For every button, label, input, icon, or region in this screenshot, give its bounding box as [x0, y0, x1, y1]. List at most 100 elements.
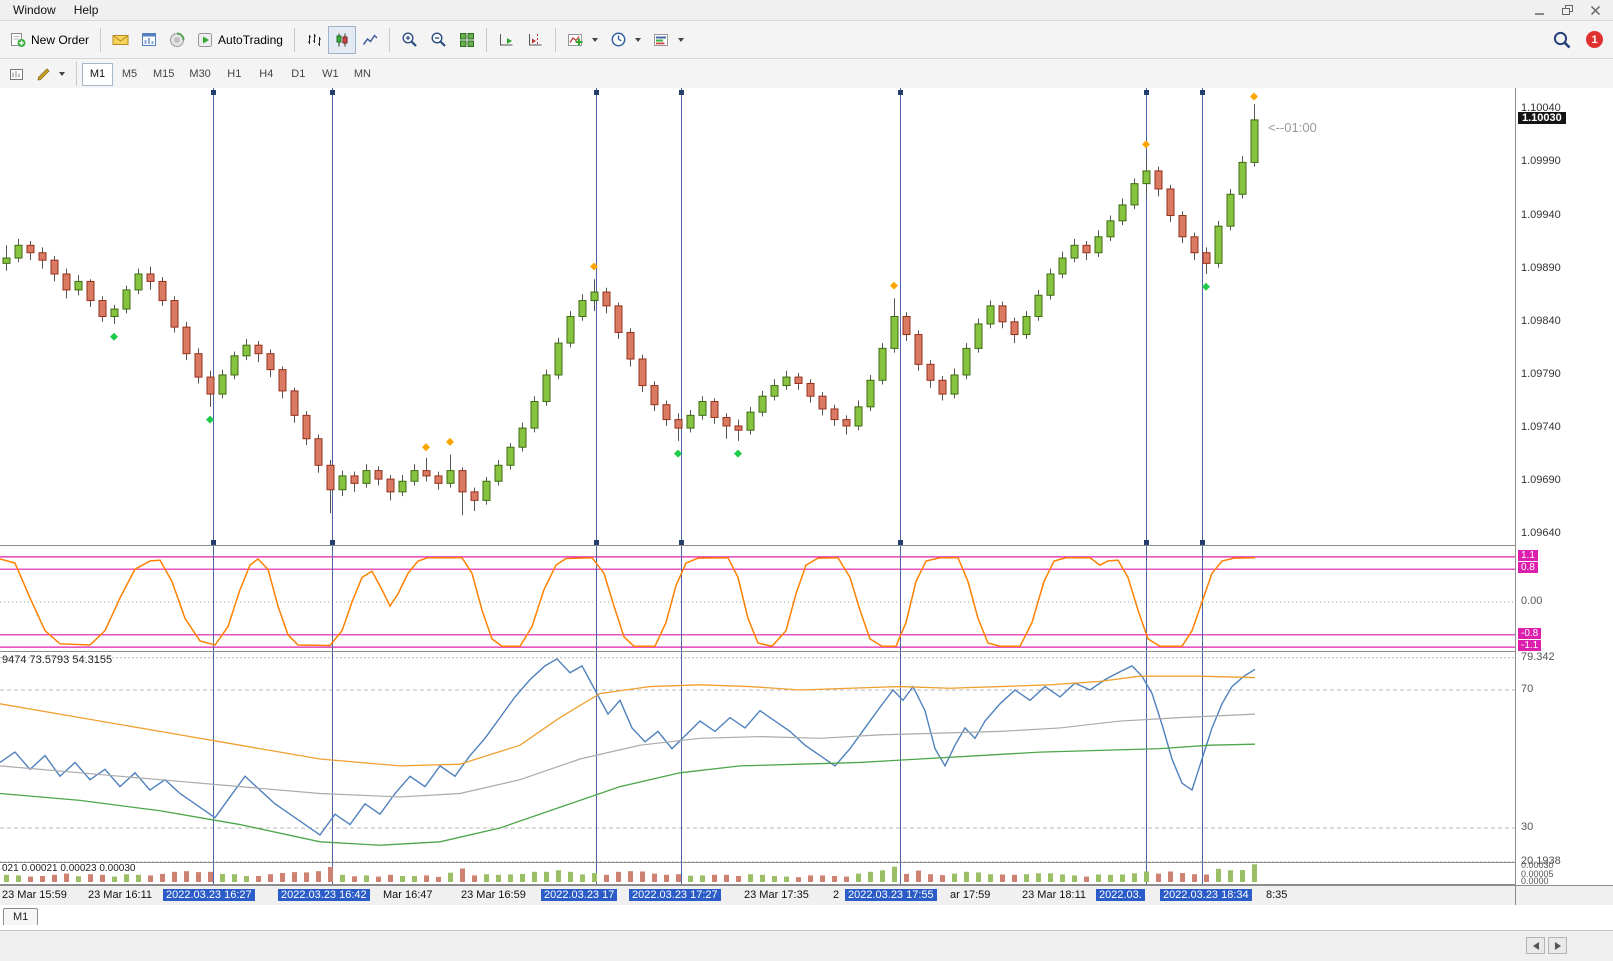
chart-window-icon: [9, 68, 23, 80]
chart-tab-strip: M1: [0, 905, 1613, 931]
community-button[interactable]: [163, 26, 191, 54]
search-icon: [1553, 31, 1571, 48]
search-button[interactable]: [1546, 26, 1578, 54]
community-icon: [170, 32, 185, 47]
tile-windows-icon: [459, 32, 474, 47]
time-label: Mar 16:47: [383, 889, 433, 901]
oscillator-level-label: 0.8: [1518, 562, 1538, 574]
menu-help[interactable]: Help: [65, 1, 108, 19]
chart-area[interactable]: <--01:00 9474 73.5793 54.3155 021 0.0002…: [0, 88, 1515, 906]
periods-button[interactable]: [604, 26, 647, 54]
indicators-button[interactable]: [561, 26, 604, 54]
vline-handle[interactable]: [211, 540, 216, 545]
terminal-button[interactable]: [135, 26, 163, 54]
timeframe-m15[interactable]: M15: [146, 63, 181, 86]
templates-button[interactable]: [647, 26, 690, 54]
bottom-bar: M1: [0, 905, 1613, 961]
price-label: 1.09840: [1521, 314, 1561, 327]
timeframe-m5[interactable]: M5: [114, 63, 145, 86]
candlestick-chart-button[interactable]: [327, 25, 356, 54]
vline-handle[interactable]: [1144, 540, 1149, 545]
scroll-right-button[interactable]: [1548, 937, 1567, 954]
main-toolbar: New Order AutoTrading 1: [0, 21, 1613, 59]
zoom-out-icon: [431, 32, 446, 47]
toolbar-separator: [554, 27, 556, 52]
rsi-level-label: 79.342: [1521, 650, 1555, 663]
time-label-highlighted: 2022.03.: [1096, 889, 1145, 901]
mail-button[interactable]: [106, 26, 135, 54]
bar-chart-button[interactable]: [300, 26, 328, 54]
toolbar-separator: [76, 62, 77, 86]
line-chart-icon: [362, 33, 378, 45]
auto-scroll-button[interactable]: [492, 26, 521, 54]
toolbar-right-group: 1: [1546, 26, 1613, 54]
price-axis-corner: [1516, 885, 1613, 905]
timeframe-mn[interactable]: MN: [347, 63, 378, 86]
time-label: 8:35: [1266, 889, 1288, 901]
chart-tab-m1[interactable]: M1: [3, 908, 39, 925]
zoom-in-button[interactable]: [395, 26, 424, 54]
scroll-left-button[interactable]: [1526, 937, 1545, 954]
toolbar-separator: [293, 27, 295, 52]
new-order-button[interactable]: New Order: [4, 26, 95, 54]
timeframe-h1[interactable]: H1: [219, 63, 250, 86]
timeframe-m30[interactable]: M30: [182, 63, 217, 86]
periods-clock-icon: [611, 32, 626, 47]
candlestick-chart-icon: [336, 33, 348, 46]
line-chart-button[interactable]: [356, 26, 384, 54]
auto-scroll-icon: [499, 33, 513, 45]
dropdown-caret-icon: [634, 37, 641, 42]
vline-handle[interactable]: [330, 540, 335, 545]
timeframe-m1[interactable]: M1: [82, 62, 113, 86]
horizontal-scrollbar[interactable]: [1526, 937, 1567, 954]
vline-handle[interactable]: [594, 90, 599, 95]
chart-window-button[interactable]: [2, 60, 30, 88]
restore-button[interactable]: [1561, 4, 1573, 16]
oscillator-level-label: -0.8: [1518, 627, 1542, 639]
price-label: 1.09640: [1521, 527, 1561, 540]
price-label: 1.09790: [1521, 367, 1561, 380]
draw-tool-button[interactable]: [30, 60, 71, 88]
price-label: 1.09890: [1521, 261, 1561, 274]
close-button[interactable]: [1589, 4, 1601, 16]
tile-windows-button[interactable]: [453, 26, 481, 54]
trading-platform-window: Window Help New Order AutoTrading 1 M1 M…: [0, 0, 1613, 961]
price-axis[interactable]: 1.10040 1.09990 1.09940 1.09890 1.09840 1.097…: [1515, 88, 1613, 905]
zoom-out-button[interactable]: [424, 26, 453, 54]
autotrading-button[interactable]: AutoTrading: [191, 26, 289, 54]
time-axis[interactable]: 23 Mar 15:59 23 Mar 16:11 2022.03.23 16:27…: [0, 885, 1515, 906]
mail-icon: [112, 35, 129, 45]
timeframe-h4[interactable]: H4: [251, 63, 282, 86]
vline-handle[interactable]: [1200, 90, 1205, 95]
vline-handle[interactable]: [679, 90, 684, 95]
chart-shift-icon: [528, 33, 542, 45]
current-price-label: 1.10030: [1518, 111, 1566, 124]
minimize-button[interactable]: [1533, 4, 1545, 16]
oscillator-level-label: -1.1: [1518, 640, 1542, 652]
vline-handle[interactable]: [330, 90, 335, 95]
time-label-highlighted: 2022.03.23 17:27: [629, 889, 721, 901]
window-controls: [1533, 4, 1613, 16]
vline-handle[interactable]: [594, 540, 599, 545]
chart-shift-button[interactable]: [521, 26, 550, 54]
vline-handle[interactable]: [679, 540, 684, 545]
notification-badge[interactable]: 1: [1586, 31, 1603, 48]
vline-handle[interactable]: [211, 90, 216, 95]
templates-icon: [653, 33, 668, 46]
timeframe-d1[interactable]: D1: [283, 63, 314, 86]
menu-window[interactable]: Window: [4, 1, 65, 19]
autotrading-icon: [198, 32, 213, 47]
vline-handle[interactable]: [1144, 90, 1149, 95]
rsi-level-label: 30: [1521, 821, 1534, 833]
timeframe-w1[interactable]: W1: [315, 63, 346, 86]
vline-handle[interactable]: [1200, 540, 1205, 545]
restore-icon: [1561, 4, 1573, 15]
vline-handle[interactable]: [898, 540, 903, 545]
pencil-icon: [37, 67, 50, 80]
dropdown-caret-icon: [677, 37, 684, 42]
vline-handle[interactable]: [898, 90, 903, 95]
timeframe-toolbar: M1 M5 M15 M30 H1 H4 D1 W1 MN: [0, 59, 1613, 90]
mini-indicator-values: 021 0.00021 0.00023 0.00030: [2, 863, 136, 874]
time-label-highlighted: 2022.03.23 16:27: [163, 889, 255, 901]
chart-canvas[interactable]: <--01:00: [0, 88, 1515, 885]
